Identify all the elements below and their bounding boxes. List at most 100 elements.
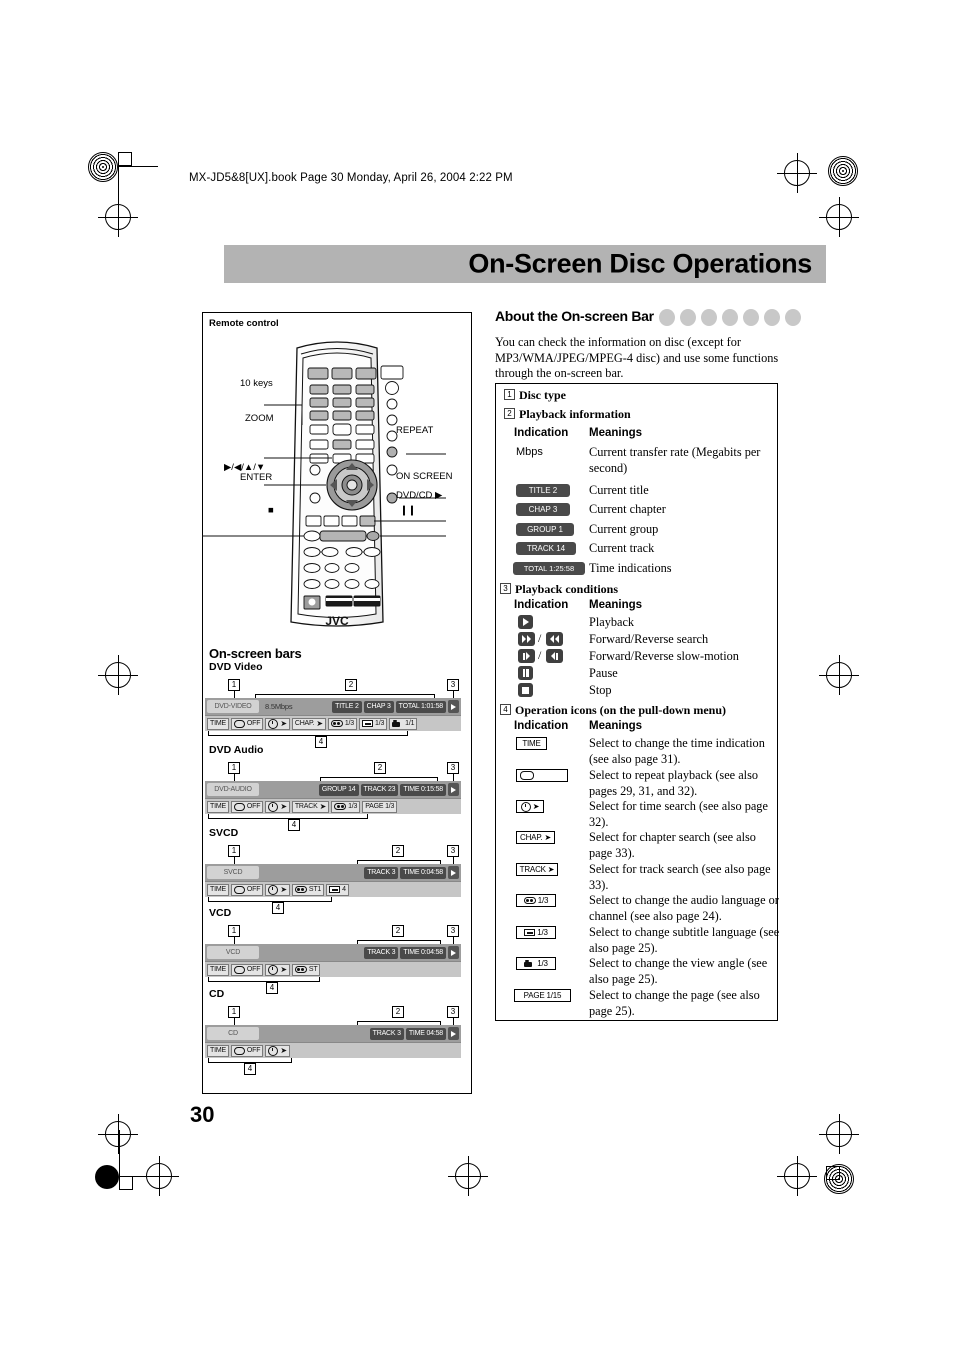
op-subtitle[interactable]: 4 bbox=[326, 883, 349, 896]
repeat-icon[interactable] bbox=[516, 769, 568, 782]
marker-3-vcd: 3 bbox=[447, 925, 459, 937]
angle-icon bbox=[392, 719, 403, 728]
playback-state-icon bbox=[448, 946, 459, 959]
callout-repeat: REPEAT bbox=[396, 425, 434, 436]
op-time[interactable]: TIME bbox=[207, 800, 229, 813]
op-audio[interactable]: 1/3 bbox=[327, 717, 357, 730]
page-icon[interactable]: PAGE 1/15 bbox=[514, 989, 571, 1002]
clock-icon bbox=[268, 1045, 279, 1056]
marker-2-cd: 2 bbox=[392, 1006, 404, 1018]
bar-label-vcd: VCD bbox=[209, 907, 232, 919]
marker-3: 3 bbox=[500, 583, 511, 594]
track-chip: TRACK 3 bbox=[364, 946, 399, 959]
meaning-track-search: Select for track search (see also page 3… bbox=[589, 862, 771, 892]
marker-4-vcd: 4 bbox=[266, 982, 278, 994]
col-header-meanings-2: Meanings bbox=[589, 599, 643, 611]
op-time[interactable]: TIME bbox=[207, 883, 229, 896]
marker-1-dvd-video: 1 bbox=[228, 679, 240, 691]
disc-type-chip: DVD-AUDIO bbox=[207, 783, 259, 796]
meaning-fr-search: Forward/Reverse search bbox=[589, 632, 709, 646]
marker-2-dvd-audio: 2 bbox=[374, 762, 386, 774]
meaning-stop: Stop bbox=[589, 683, 612, 697]
op-audio[interactable]: ST1 bbox=[291, 883, 325, 896]
disc-badge bbox=[659, 309, 675, 326]
track-chip: TRACK 3 bbox=[369, 1027, 404, 1040]
op-repeat[interactable]: OFF bbox=[230, 800, 264, 813]
track-chip: TRACK 3 bbox=[364, 866, 399, 879]
op-repeat[interactable]: OFF bbox=[230, 717, 264, 730]
stop-icon bbox=[518, 683, 533, 697]
pause-icon bbox=[518, 666, 533, 680]
op-chapter-search[interactable]: CHAP. ➤ bbox=[291, 717, 326, 730]
disc-badge bbox=[722, 309, 738, 326]
meaning-subtitle: Select to change subtitle language (see … bbox=[589, 925, 780, 955]
disc-badge bbox=[785, 309, 801, 326]
op-time[interactable]: TIME bbox=[207, 1044, 229, 1057]
play-icon bbox=[518, 615, 533, 629]
op-time-search[interactable]: ➤ bbox=[265, 963, 290, 976]
disc-badge bbox=[743, 309, 759, 326]
slash-separator: / bbox=[538, 631, 542, 645]
view-angle-icon[interactable]: 1/3 bbox=[516, 957, 556, 970]
marker-3-dvd-audio: 3 bbox=[447, 762, 459, 774]
op-audio[interactable]: 1/3 bbox=[331, 800, 361, 813]
marker-4: 4 bbox=[500, 704, 511, 715]
audio-icon bbox=[334, 803, 347, 810]
reverse-slow-icon bbox=[546, 649, 563, 663]
chapter-search-icon[interactable]: CHAP. ➤ bbox=[516, 831, 555, 844]
op-time[interactable]: TIME bbox=[207, 717, 229, 730]
col-header-indication-2: Indication bbox=[514, 599, 569, 611]
disc-badge bbox=[701, 309, 717, 326]
section-4-label: Operation icons (on the pull-down menu) bbox=[515, 703, 727, 717]
indication-group: GROUP 1 bbox=[516, 523, 574, 536]
transfer-rate: 8.5Mbps bbox=[265, 702, 293, 711]
op-time-search[interactable]: ➤ bbox=[265, 800, 290, 813]
repeat-icon bbox=[233, 885, 245, 894]
op-repeat[interactable]: OFF bbox=[230, 883, 264, 896]
marker-4-svcd: 4 bbox=[272, 902, 284, 914]
indication-title: TITLE 2 bbox=[516, 484, 570, 497]
op-time[interactable]: TIME bbox=[207, 963, 229, 976]
on-screen-bars-heading: On-screen bars bbox=[209, 646, 302, 661]
intro-paragraph: You can check the information on disc (e… bbox=[495, 335, 779, 381]
indication-mbps: Mbps bbox=[516, 446, 543, 458]
bar-label-dvd-audio: DVD Audio bbox=[209, 744, 264, 756]
bar-label-cd: CD bbox=[209, 988, 225, 1000]
op-page[interactable]: PAGE 1/3 bbox=[362, 800, 398, 813]
op-angle[interactable]: 1/1 bbox=[389, 717, 418, 730]
section-1-disc-type: 1 Disc type bbox=[504, 388, 566, 403]
osd-bar-dvd-audio: DVD-AUDIO GROUP 14 TRACK 23 TIME 0:15:58… bbox=[205, 781, 461, 814]
op-repeat[interactable]: OFF bbox=[230, 1044, 264, 1057]
repeat-icon bbox=[233, 719, 245, 728]
indication-track: TRACK 14 bbox=[516, 542, 576, 555]
meaning-repeat: Select to repeat playback (see also page… bbox=[589, 768, 759, 798]
op-time-search[interactable]: ➤ bbox=[265, 717, 290, 730]
op-track-search[interactable]: TRACK ➤ bbox=[291, 800, 330, 813]
bar-label-dvd-video: DVD Video bbox=[209, 661, 263, 673]
marker-3-dvd-video: 3 bbox=[447, 679, 459, 691]
forward-search-icon bbox=[518, 632, 535, 646]
subtitle-icon bbox=[362, 720, 373, 727]
clock-icon bbox=[268, 884, 279, 895]
osd-bar-dvd-video: DVD-VIDEO 8.5Mbps TITLE 2 CHAP 3 TOTAL 1… bbox=[205, 698, 461, 731]
op-time-search[interactable]: ➤ bbox=[265, 883, 290, 896]
op-repeat[interactable]: OFF bbox=[230, 963, 264, 976]
op-audio[interactable]: ST bbox=[291, 963, 321, 976]
slash-separator: / bbox=[538, 648, 542, 662]
playback-state-icon bbox=[448, 783, 459, 796]
disc-compatibility-badges bbox=[659, 309, 801, 326]
subtitle-icon[interactable]: 1/3 bbox=[516, 926, 556, 939]
time-chip: TIME 04:58 bbox=[405, 1027, 446, 1040]
meaning-mbps: Current transfer rate (Megabits per seco… bbox=[589, 445, 761, 475]
op-time-search[interactable]: ➤ bbox=[265, 1044, 290, 1057]
track-search-icon[interactable]: TRACK ➤ bbox=[516, 863, 558, 876]
time-chip: TIME 0:04:58 bbox=[400, 946, 446, 959]
time-icon[interactable]: TIME bbox=[516, 737, 547, 750]
col-header-meanings-3: Meanings bbox=[589, 720, 643, 732]
disc-type-chip: DVD-VIDEO bbox=[207, 700, 259, 713]
time-search-icon[interactable]: ➤ bbox=[516, 800, 544, 813]
marker-4-dvd-video: 4 bbox=[315, 736, 327, 748]
section-heading: About the On-screen Bar bbox=[495, 308, 654, 324]
op-subtitle[interactable]: 1/3 bbox=[359, 717, 388, 730]
audio-language-icon[interactable]: 1/3 bbox=[516, 894, 556, 907]
